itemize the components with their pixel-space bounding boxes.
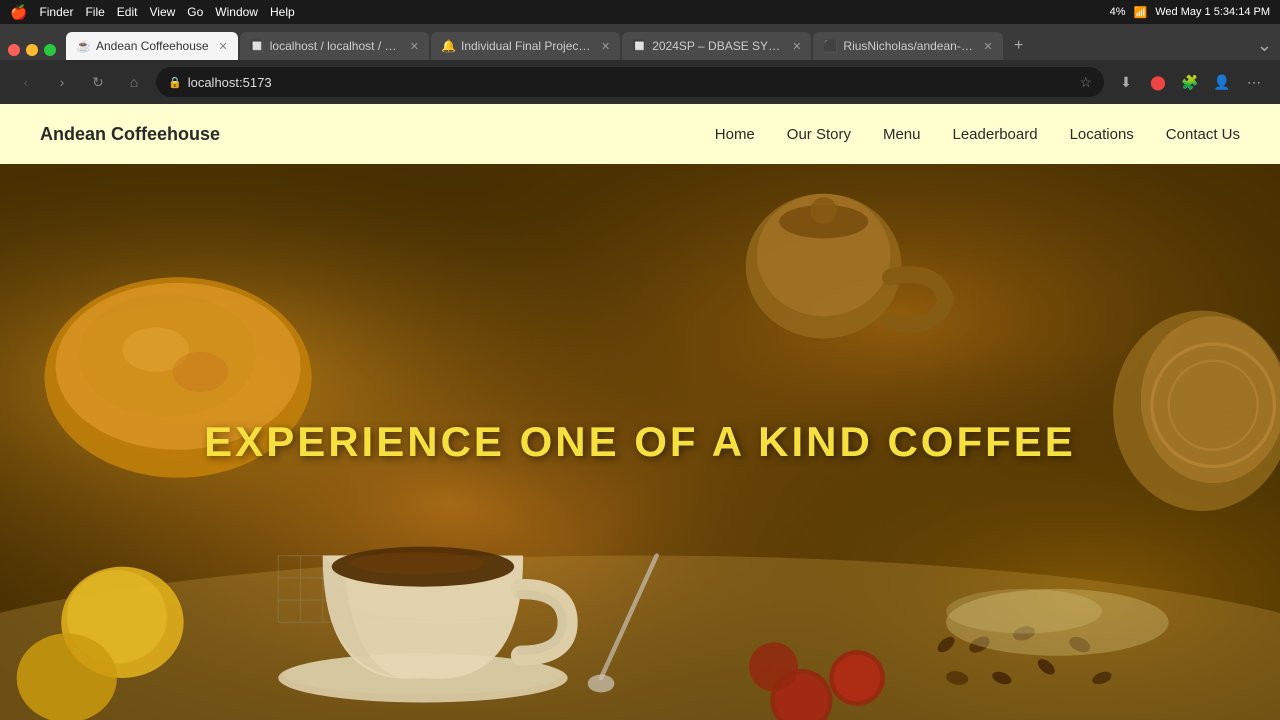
nav-link-contact-us[interactable]: Contact Us (1166, 126, 1240, 143)
file-menu[interactable]: File (85, 5, 104, 19)
nav-link-leaderboard[interactable]: Leaderboard (953, 126, 1038, 143)
tab-favicon-2: 🔲 (250, 39, 264, 53)
tab-favicon-5: ⬛ (823, 39, 837, 53)
recording-indicator: ⬤ (1144, 68, 1172, 96)
mac-menubar-left: 🍎 Finder File Edit View Go Window Help (10, 4, 295, 21)
hero-section: EXPERIENCE ONE OF A KIND COFFEE (0, 164, 1280, 720)
tab-github[interactable]: ⬛ RiusNicholas/andean-coffeeh... ✕ (813, 32, 1002, 60)
tab-close-5[interactable]: ✕ (983, 40, 992, 53)
browser-chrome: ☕ Andean Coffeehouse ✕ 🔲 localhost / loc… (0, 24, 1280, 104)
website-content: Andean Coffeehouse Home Our Story Menu L… (0, 104, 1280, 720)
nav-link-home[interactable]: Home (715, 126, 755, 143)
address-input[interactable]: 🔒 localhost:5173 ☆ (156, 67, 1104, 97)
browser-toolbar-right: ⬇ ⬤ 🧩 👤 ⋯ (1112, 68, 1268, 96)
tab-localhost[interactable]: 🔲 localhost / localhost / andean... ✕ (240, 32, 429, 60)
extensions-button[interactable]: 🧩 (1176, 68, 1204, 96)
tab-favicon-4: 🔲 (632, 39, 646, 53)
tab-overflow-button[interactable]: ⌄ (1257, 35, 1272, 56)
nav-link-our-story[interactable]: Our Story (787, 126, 851, 143)
security-icon: 🔒 (168, 76, 182, 89)
tab-dbase[interactable]: 🔲 2024SP – DBASE SYS DSGN&... ✕ (622, 32, 811, 60)
site-navigation: Andean Coffeehouse Home Our Story Menu L… (0, 104, 1280, 164)
datetime-display: Wed May 1 5:34:14 PM (1155, 6, 1270, 18)
nav-links: Home Our Story Menu Leaderboard Location… (715, 126, 1240, 143)
more-button[interactable]: ⋯ (1240, 68, 1268, 96)
tab-individual-project[interactable]: 🔔 Individual Final Project due on... ✕ (431, 32, 620, 60)
address-bar-actions: ☆ (1079, 74, 1092, 91)
profile-button[interactable]: 👤 (1208, 68, 1236, 96)
tab-andean-coffeehouse[interactable]: ☕ Andean Coffeehouse ✕ (66, 32, 238, 60)
tab-close-3[interactable]: ✕ (601, 40, 610, 53)
help-menu[interactable]: Help (270, 5, 295, 19)
new-tab-button[interactable]: + (1005, 32, 1033, 60)
mac-menubar: 🍎 Finder File Edit View Go Window Help 4… (0, 0, 1280, 24)
tab-label-1: Andean Coffeehouse (96, 39, 209, 53)
minimize-window-button[interactable] (26, 44, 38, 56)
go-menu[interactable]: Go (187, 5, 203, 19)
close-window-button[interactable] (8, 44, 20, 56)
reload-button[interactable]: ↻ (84, 68, 112, 96)
mac-menubar-right: 4% 📶 Wed May 1 5:34:14 PM (1110, 6, 1270, 19)
window-menu[interactable]: Window (215, 5, 258, 19)
apple-menu-icon[interactable]: 🍎 (10, 4, 27, 21)
tab-favicon-3: 🔔 (441, 39, 455, 53)
traffic-lights (8, 44, 56, 56)
finder-menu[interactable]: Finder (39, 5, 73, 19)
tab-label-5: RiusNicholas/andean-coffeeh... (843, 39, 973, 53)
view-menu[interactable]: View (149, 5, 175, 19)
battery-status: 4% (1110, 6, 1126, 18)
tab-label-4: 2024SP – DBASE SYS DSGN&... (652, 39, 782, 53)
tab-label-3: Individual Final Project due on... (461, 39, 591, 53)
wifi-icon: 📶 (1134, 6, 1148, 19)
home-button[interactable]: ⌂ (120, 68, 148, 96)
tab-close-2[interactable]: ✕ (410, 40, 419, 53)
nav-link-locations[interactable]: Locations (1070, 126, 1134, 143)
hero-text-container: EXPERIENCE ONE OF A KIND COFFEE (204, 418, 1076, 466)
edit-menu[interactable]: Edit (117, 5, 138, 19)
tab-label-2: localhost / localhost / andean... (270, 39, 400, 53)
hero-headline: EXPERIENCE ONE OF A KIND COFFEE (204, 418, 1076, 466)
url-display: localhost:5173 (188, 75, 1074, 90)
site-logo: Andean Coffeehouse (40, 124, 220, 145)
download-button[interactable]: ⬇ (1112, 68, 1140, 96)
maximize-window-button[interactable] (44, 44, 56, 56)
tab-close-1[interactable]: ✕ (219, 40, 228, 53)
bookmark-icon[interactable]: ☆ (1079, 74, 1092, 91)
address-bar: ‹ › ↻ ⌂ 🔒 localhost:5173 ☆ ⬇ ⬤ 🧩 👤 ⋯ (0, 60, 1280, 104)
nav-link-menu[interactable]: Menu (883, 126, 921, 143)
tab-close-4[interactable]: ✕ (792, 40, 801, 53)
forward-button[interactable]: › (48, 68, 76, 96)
tab-bar: ☕ Andean Coffeehouse ✕ 🔲 localhost / loc… (0, 24, 1280, 60)
tab-favicon-1: ☕ (76, 39, 90, 53)
back-button[interactable]: ‹ (12, 68, 40, 96)
